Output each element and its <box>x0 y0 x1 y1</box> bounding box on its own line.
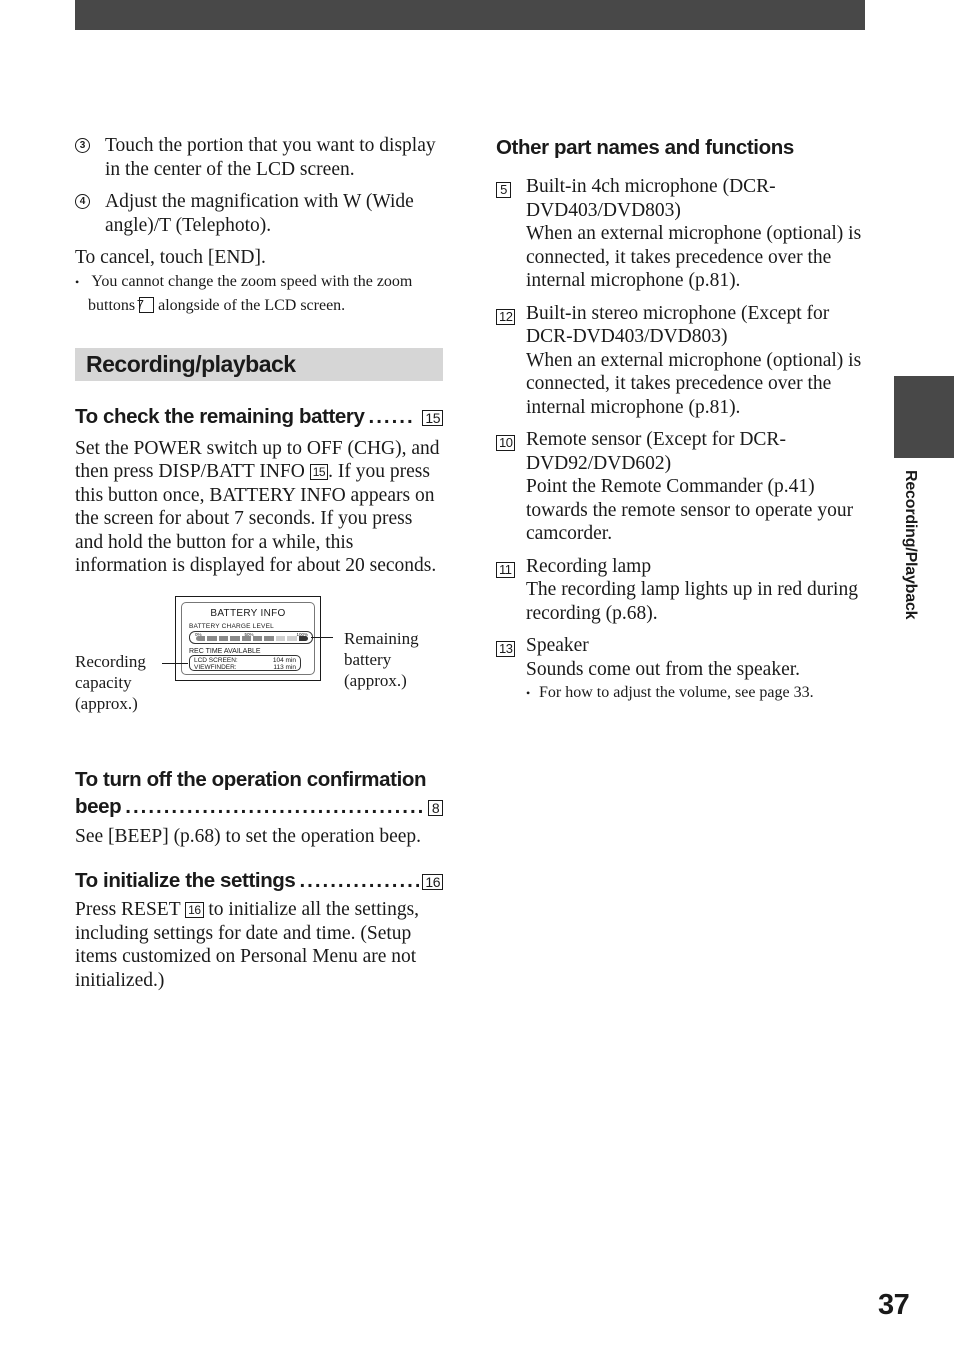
charge-segment <box>287 635 297 641</box>
side-tab-marker <box>894 376 954 458</box>
battery-info-title: BATTERY INFO <box>210 607 286 619</box>
part-title: Built-in 4ch microphone (DCR-DVD403/DVD8… <box>526 176 776 221</box>
part-item: 11 Recording lamp The recording lamp lig… <box>496 555 868 626</box>
beep-heading-line2: beep ...................................… <box>75 793 443 820</box>
cancel-text: To cancel, touch [END]. <box>75 247 266 268</box>
charge-segment <box>196 635 206 641</box>
battery-info-diagram: BATTERY INFO BATTERY CHARGE LEVEL 0% 50%… <box>75 595 443 746</box>
right-leader-line <box>311 636 333 638</box>
zoom-note: You cannot change the zoom speed with th… <box>75 270 443 318</box>
beep-heading-line1: To turn off the operation confirmation <box>75 767 427 791</box>
init-body: Press RESET 16 to initialize all the set… <box>75 899 420 991</box>
left-column: 3 Touch the portion that you want to dis… <box>75 134 443 992</box>
ref-box-5: 5 <box>496 182 511 198</box>
charge-segment <box>275 635 286 641</box>
charge-segment <box>218 635 229 641</box>
part-desc: The recording lamp lights up in red duri… <box>526 579 858 624</box>
ref-box-10: 10 <box>496 435 516 451</box>
step-4: 4 Adjust the magnification with W (Wide … <box>75 190 443 237</box>
charge-level-label: BATTERY CHARGE LEVEL <box>189 622 274 630</box>
header-bar <box>75 0 865 30</box>
ref-box-13: 13 <box>496 641 516 657</box>
charge-level-bar: 0% 50% 100% <box>189 630 313 644</box>
step-3-text: Touch the portion that you want to displ… <box>105 135 436 180</box>
step-3: 3 Touch the portion that you want to dis… <box>75 134 443 181</box>
ref-box-11: 11 <box>496 561 515 578</box>
part-title: Remote sensor (Except for DCR-DVD92/DVD6… <box>526 429 786 474</box>
ref-box-7: 7 <box>137 296 155 313</box>
part-item: 13 Speaker Sounds come out from the spea… <box>496 634 868 705</box>
rec-time-label: REC TIME AVAILABLE <box>189 647 261 655</box>
part-title: Recording lamp <box>526 555 652 577</box>
ref-box-15: 15 <box>422 409 443 426</box>
volume-note: For how to adjust the volume, see page 3… <box>526 681 814 705</box>
page-number: 37 <box>878 1289 910 1321</box>
part-item: 10 Remote sensor (Except for DCR-DVD92/D… <box>496 428 868 546</box>
part-desc: When an external microphone (optional) i… <box>526 349 862 418</box>
charge-segment <box>207 635 217 641</box>
ref-box-16: 16 <box>422 874 443 890</box>
charge-segment <box>298 635 309 641</box>
part-desc: Point the Remote Commander (p.41) toward… <box>526 476 854 544</box>
part-item: 5 Built-in 4ch microphone (DCR-DVD403/DV… <box>496 175 868 293</box>
charge-segments <box>196 635 309 641</box>
part-desc: When an external microphone (optional) i… <box>526 223 862 291</box>
part-item: 12 Built-in stereo microphone (Except fo… <box>496 302 868 420</box>
other-parts-heading: Other part names and functions <box>496 136 794 159</box>
battery-info-screen: BATTERY INFO BATTERY CHARGE LEVEL 0% 50%… <box>175 595 321 681</box>
left-leader-line <box>162 662 188 664</box>
charge-segment <box>241 635 252 641</box>
right-column: Other part names and functions 5 Built-i… <box>496 134 868 714</box>
charge-segment <box>253 635 263 641</box>
ref-box-8: 8 <box>428 799 443 816</box>
part-desc: Sounds come out from the speaker. <box>526 658 801 680</box>
viewfinder-row: VIEWFINDER: 113 min <box>194 663 296 671</box>
battery-heading: To check the remaining battery ...... 15 <box>75 403 443 430</box>
ref-box-12: 12 <box>496 308 516 325</box>
battery-body: Set the POWER switch up to OFF (CHG), an… <box>75 437 440 577</box>
beep-body: See [BEEP] (p.68) to set the operation b… <box>75 825 422 847</box>
part-title: Speaker <box>526 635 589 656</box>
side-tab-label: Recording/Playback <box>902 470 919 620</box>
charge-segment <box>230 635 240 641</box>
init-heading: To initialize the settings .............… <box>75 867 443 894</box>
step-4-text: Adjust the magnification with W (Wide an… <box>105 191 414 236</box>
lcd-screen-row: LCD SCREEN: 104 min <box>194 656 296 664</box>
callout-recording-capacity: Recording capacity (approx.) <box>75 651 146 713</box>
ref-box-16-inline: 16 <box>185 902 204 918</box>
ref-box-15-inline: 15 <box>309 464 329 480</box>
section-title: Recording/playback <box>75 347 443 381</box>
rec-time-box: LCD SCREEN: 104 min VIEWFINDER: 113 min <box>189 654 301 671</box>
charge-segment <box>264 635 274 641</box>
callout-remaining-battery: Remaining battery (approx.) <box>344 628 419 690</box>
part-title: Built-in stereo microphone (Except for D… <box>526 302 830 348</box>
step-number-3: 3 <box>75 138 90 153</box>
step-number-4: 4 <box>75 194 90 209</box>
